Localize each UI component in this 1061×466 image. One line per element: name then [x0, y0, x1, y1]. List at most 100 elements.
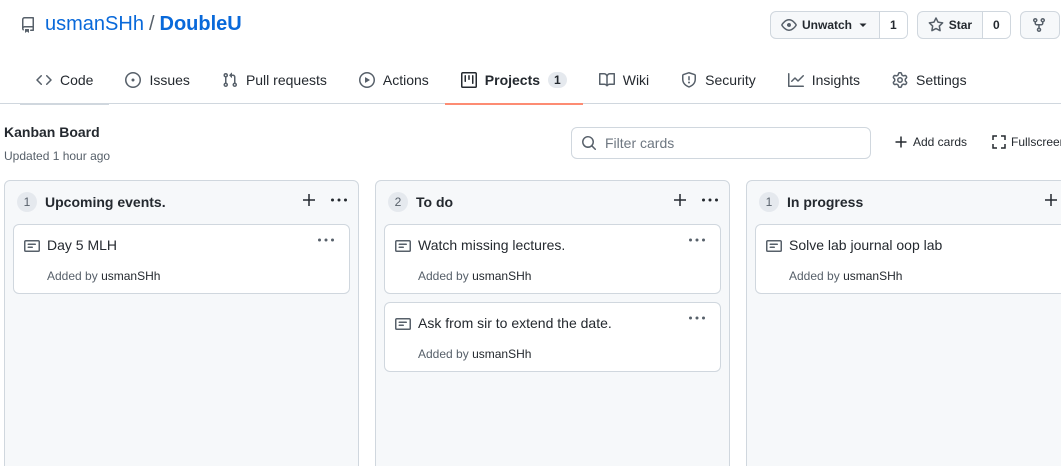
fork-button-group	[1019, 11, 1060, 39]
card-meta: Added by usmanSHh	[47, 269, 160, 283]
tab-security[interactable]: Security	[665, 56, 772, 104]
tab-label: Wiki	[622, 72, 650, 88]
tab-label: Issues	[149, 72, 190, 88]
card-title: Ask from sir to extend the date.	[418, 315, 612, 331]
card-title: Solve lab journal oop lab	[789, 237, 943, 253]
repo-header: usmanSHh / DoubleU Unwatch 1 Star 0 Code…	[0, 0, 1061, 105]
repo-tabs: Code Issues Pull requests Actions Projec…	[20, 56, 983, 105]
plus-icon	[895, 136, 907, 148]
issue-icon	[125, 72, 142, 88]
repo-separator: /	[148, 13, 155, 35]
add-card-plus-icon[interactable]	[673, 193, 687, 207]
column-header: 1 In progress	[747, 181, 1061, 223]
add-cards-button[interactable]: Add cards	[895, 135, 967, 149]
card[interactable]: Day 5 MLH Added by usmanSHh	[13, 224, 350, 294]
added-by-label: Added by	[418, 269, 469, 283]
column-card-count: 1	[759, 192, 779, 212]
note-icon	[24, 238, 40, 254]
card[interactable]: Solve lab journal oop lab Added by usman…	[755, 224, 1061, 294]
tab-label: Settings	[916, 72, 967, 88]
star-label: Star	[948, 18, 973, 32]
card-meta: Added by usmanSHh	[418, 269, 531, 283]
watch-button-group: Unwatch 1	[770, 11, 908, 39]
column-title: In progress	[787, 194, 864, 210]
filter-cards-input[interactable]	[605, 135, 855, 151]
card-menu-kebab-icon[interactable]	[688, 311, 706, 325]
card[interactable]: Watch missing lectures. Added by usmanSH…	[384, 224, 721, 294]
note-icon	[395, 238, 411, 254]
card-menu-kebab-icon[interactable]	[317, 233, 335, 247]
repo-title: usmanSHh / DoubleU	[20, 13, 242, 36]
project-title[interactable]: Kanban Board	[4, 124, 100, 140]
card-author-link[interactable]: usmanSHh	[843, 269, 902, 283]
added-by-label: Added by	[789, 269, 840, 283]
note-icon	[766, 238, 782, 254]
card-meta: Added by usmanSHh	[418, 347, 531, 361]
project-updated-text: Updated 1 hour ago	[4, 149, 111, 163]
eye-icon	[781, 17, 797, 33]
play-icon	[358, 72, 375, 88]
column-title: To do	[416, 194, 454, 210]
fullscreen-button[interactable]: Fullscreen	[992, 135, 1061, 149]
repo-icon	[20, 16, 36, 33]
star-button-group: Star 0	[916, 11, 1011, 39]
projects-counter: 1	[548, 72, 567, 88]
tab-projects[interactable]: Projects 1	[444, 56, 583, 105]
tab-label: Security	[705, 72, 756, 88]
tab-label: Insights	[811, 72, 860, 88]
card-author-link[interactable]: usmanSHh	[472, 347, 531, 361]
card-title: Watch missing lectures.	[418, 237, 566, 253]
watch-label: Unwatch	[802, 18, 853, 32]
add-card-plus-icon[interactable]	[302, 193, 316, 207]
tab-actions[interactable]: Actions	[343, 56, 445, 104]
card[interactable]: Ask from sir to extend the date. Added b…	[384, 302, 721, 372]
card-author-link[interactable]: usmanSHh	[101, 269, 160, 283]
column-menu-kebab-icon[interactable]	[701, 193, 719, 207]
tab-label: Actions	[382, 72, 429, 88]
card-menu-kebab-icon[interactable]	[688, 233, 706, 247]
search-icon	[581, 135, 597, 151]
pull-request-icon	[222, 72, 238, 88]
repo-actions: Unwatch 1 Star 0	[770, 11, 1061, 39]
added-by-label: Added by	[418, 347, 469, 361]
repo-owner-link[interactable]: usmanSHh	[45, 13, 144, 36]
project-icon	[460, 72, 477, 88]
star-button[interactable]: Star	[918, 12, 982, 38]
column-in-progress: 1 In progress Solve lab journal oop lab …	[746, 180, 1061, 466]
watch-count[interactable]: 1	[879, 12, 907, 38]
column-menu-kebab-icon[interactable]	[330, 193, 348, 207]
code-icon	[36, 72, 52, 88]
shield-icon	[681, 72, 697, 88]
add-cards-label: Add cards	[913, 135, 968, 149]
chevron-down-icon	[857, 19, 869, 31]
fork-button[interactable]	[1021, 12, 1057, 38]
card-author-link[interactable]: usmanSHh	[472, 269, 531, 283]
tab-issues[interactable]: Issues	[109, 56, 205, 104]
book-icon	[598, 72, 615, 88]
tab-label: Projects	[484, 72, 541, 88]
star-icon	[928, 17, 944, 33]
repo-name-link[interactable]: DoubleU	[160, 13, 242, 36]
tab-wiki[interactable]: Wiki	[583, 56, 665, 104]
tab-settings[interactable]: Settings	[876, 56, 983, 104]
project-header: Kanban Board Updated 1 hour ago Add card…	[0, 104, 1061, 180]
tab-label: Pull requests	[245, 72, 327, 88]
tab-pull-requests[interactable]: Pull requests	[206, 56, 343, 104]
tab-label: Code	[60, 72, 94, 88]
column-title: Upcoming events.	[45, 194, 166, 210]
star-count[interactable]: 0	[982, 12, 1010, 38]
gear-icon	[892, 72, 908, 88]
tab-insights[interactable]: Insights	[772, 56, 876, 104]
card-meta: Added by usmanSHh	[789, 269, 902, 283]
add-card-plus-icon[interactable]	[1044, 193, 1058, 207]
tab-code[interactable]: Code	[20, 56, 110, 105]
column-card-count: 2	[388, 192, 408, 212]
fork-icon	[1031, 17, 1047, 33]
graph-icon	[787, 72, 804, 88]
filter-cards-field[interactable]	[571, 127, 871, 159]
column-upcoming-events: 1 Upcoming events. Day 5 MLH Added by us…	[4, 180, 359, 466]
watch-button[interactable]: Unwatch	[771, 12, 879, 38]
fullscreen-icon	[992, 135, 1006, 149]
note-icon	[395, 316, 411, 332]
column-to-do: 2 To do Watch missing lectures. Added by…	[375, 180, 730, 466]
